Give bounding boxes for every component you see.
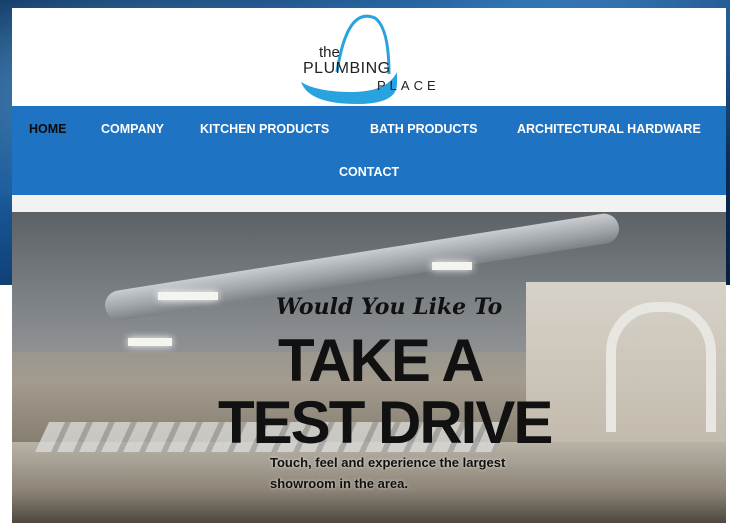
page-frame: the PLUMBING PLACE HOME COMPANY KITCHEN … xyxy=(12,8,726,523)
main-nav: HOME COMPANY KITCHEN PRODUCTS BATH PRODU… xyxy=(12,106,726,195)
header: the PLUMBING PLACE xyxy=(12,8,726,106)
logo-word-plumbing: PLUMBING xyxy=(303,60,391,77)
logo-word-place: PLACE xyxy=(377,78,440,93)
nav-kitchen-products[interactable]: KITCHEN PRODUCTS xyxy=(200,122,329,136)
hero-text: Would You Like To TAKE A TEST DRIVE Touc… xyxy=(12,212,726,523)
nav-bath-products[interactable]: BATH PRODUCTS xyxy=(370,122,477,136)
nav-spacer xyxy=(12,195,726,212)
nav-architectural-hardware[interactable]: ARCHITECTURAL HARDWARE xyxy=(517,122,701,136)
hero-tagline: Would You Like To xyxy=(276,294,503,320)
site-logo[interactable]: the PLUMBING PLACE xyxy=(297,12,447,104)
logo-word-the: the xyxy=(319,44,340,61)
hero-headline-line2: TEST DRIVE xyxy=(218,389,553,456)
nav-contact[interactable]: CONTACT xyxy=(339,165,399,179)
nav-company[interactable]: COMPANY xyxy=(101,122,164,136)
hero-headline-line1: TAKE A xyxy=(278,327,485,394)
hero-banner[interactable]: Would You Like To TAKE A TEST DRIVE Touc… xyxy=(12,212,726,523)
nav-home[interactable]: HOME xyxy=(29,122,67,136)
hero-subtext: Touch, feel and experience the largest s… xyxy=(270,455,506,491)
